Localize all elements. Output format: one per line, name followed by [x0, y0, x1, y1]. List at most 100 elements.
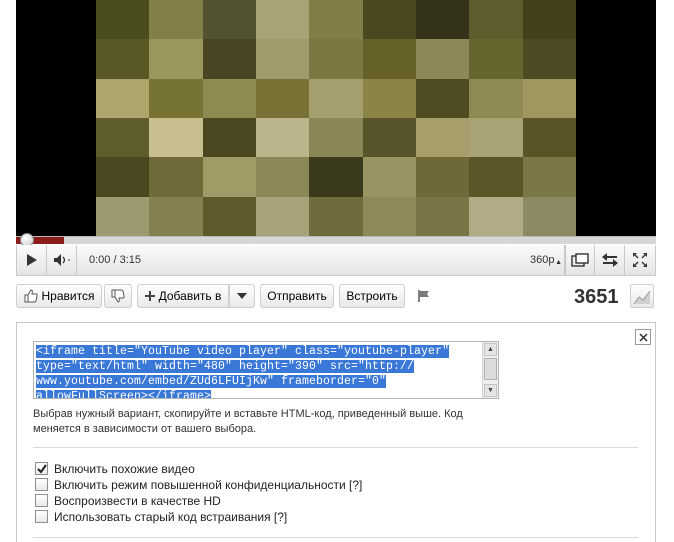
popout-button[interactable] [595, 245, 625, 275]
like-label: Нравится [41, 289, 95, 303]
play-button[interactable] [17, 245, 47, 275]
video-pixel-block [309, 39, 363, 79]
fullscreen-icon [633, 253, 647, 267]
plus-icon [144, 291, 155, 301]
video-pixel-block [309, 117, 363, 158]
video-pixel-block [362, 0, 416, 40]
video-pixel-block [149, 0, 203, 40]
scroll-up-arrow[interactable]: ▲ [484, 343, 497, 356]
window-icon [571, 253, 589, 267]
video-pixel-block [415, 39, 470, 79]
thumbs-up-icon [24, 289, 38, 303]
option-label: Включить режим повышенной конфиденциальн… [54, 477, 363, 492]
video-pixel-block [362, 39, 416, 79]
embed-code-line: www.youtube.com/embed/ZUd6LFUIjKw" frame… [36, 375, 387, 388]
video-pixel-block [96, 0, 150, 40]
video-pixel-block [469, 117, 523, 158]
embed-button[interactable]: Встроить [339, 284, 405, 308]
video-pixel-block [362, 157, 416, 197]
video-pixel-block [255, 78, 310, 118]
stats-button[interactable] [630, 284, 654, 308]
embed-code-line: type="text/html" width="480" height="390… [36, 360, 415, 373]
option-hd-quality[interactable]: Воспроизвести в качестве HD [35, 493, 221, 508]
video-player[interactable] [16, 0, 656, 236]
option-privacy-mode[interactable]: Включить режим повышенной конфиденциальн… [35, 477, 362, 492]
video-pixel-block [522, 157, 576, 197]
video-pixel-block [309, 78, 363, 118]
view-count: 3651 [574, 286, 619, 308]
checkbox[interactable] [35, 478, 48, 491]
embed-code-line: <iframe title="YouTube video player" cla… [36, 345, 450, 358]
textarea-scrollbar[interactable]: ▲ ▼ [482, 342, 498, 398]
add-to-label: Добавить в [158, 289, 222, 303]
video-pixel-block [415, 157, 470, 197]
video-pixel-block [362, 78, 416, 118]
video-pixel-block [149, 39, 203, 79]
video-pixel-block [96, 196, 150, 236]
video-pixel-block [415, 117, 470, 158]
checkbox-checked[interactable] [35, 462, 48, 475]
video-pixel-block [96, 157, 150, 197]
caret-up-icon: ▲ [555, 259, 562, 266]
checkmark-icon [36, 463, 47, 474]
chevron-down-icon [237, 293, 247, 299]
add-to-button[interactable]: Добавить в [137, 284, 229, 308]
video-pixel-block [202, 78, 256, 118]
quality-label: 360p [530, 254, 555, 266]
quality-button[interactable]: 360p ▲ [527, 245, 565, 275]
video-pixel-block [202, 196, 256, 236]
scroll-thumb[interactable] [484, 358, 497, 380]
progress-bar[interactable] [16, 233, 656, 247]
video-pixel-block [469, 78, 523, 118]
like-button[interactable]: Нравится [16, 284, 102, 308]
video-pixel-block [415, 196, 470, 236]
video-pixel-block [522, 0, 576, 40]
dislike-button[interactable] [104, 284, 132, 308]
checkbox[interactable] [35, 510, 48, 523]
video-frame[interactable] [96, 0, 576, 236]
stats-chart-icon [633, 290, 651, 305]
divider [33, 447, 638, 448]
video-pixel-block [469, 157, 523, 197]
option-label: Включить похожие видео [54, 461, 195, 476]
option-related-videos[interactable]: Включить похожие видео [35, 461, 195, 476]
embed-hint: Выбрав нужный вариант, скопируйте и вста… [33, 408, 463, 435]
video-pixel-block [96, 117, 150, 158]
video-pixel-block [149, 157, 203, 197]
fullscreen-button[interactable] [625, 245, 655, 275]
video-pixel-block [255, 157, 310, 197]
video-pixel-block [415, 78, 470, 118]
thumbs-down-icon [111, 289, 125, 303]
embed-code-text: <iframe title="YouTube video player" cla… [36, 344, 478, 398]
embed-code-textarea[interactable]: <iframe title="YouTube video player" cla… [33, 341, 499, 399]
scroll-down-arrow[interactable]: ▼ [484, 384, 497, 397]
embed-panel: <iframe title="YouTube video player" cla… [16, 322, 656, 542]
option-old-embed-code[interactable]: Использовать старый код встраивания [?] [35, 509, 287, 524]
player-controls: 0:00 / 3:15 360p ▲ [16, 245, 656, 276]
close-icon [638, 332, 648, 342]
video-pixel-block [149, 78, 203, 118]
video-pixel-block [469, 0, 523, 40]
video-pixel-block [522, 117, 576, 158]
add-to-dropdown[interactable] [229, 284, 255, 308]
player-size-button[interactable] [565, 245, 595, 275]
popout-icon [601, 253, 618, 267]
video-pixel-block [255, 0, 310, 40]
video-pixel-block [362, 117, 416, 158]
option-label: Воспроизвести в качестве HD [54, 493, 221, 508]
volume-icon [53, 254, 69, 266]
video-pixel-block [202, 157, 256, 197]
share-button[interactable]: Отправить [260, 284, 334, 308]
video-pixel-block [522, 78, 576, 118]
divider [33, 537, 638, 538]
flag-button[interactable] [410, 284, 438, 308]
embed-code-line: allowFullScreen></iframe> [36, 390, 212, 398]
share-label: Отправить [267, 289, 327, 303]
close-button[interactable] [635, 329, 651, 345]
video-pixel-block [255, 39, 310, 79]
video-pixel-block [202, 0, 256, 40]
embed-label: Встроить [346, 289, 398, 303]
video-pixel-block [522, 39, 576, 79]
checkbox[interactable] [35, 494, 48, 507]
volume-button[interactable] [47, 245, 77, 275]
